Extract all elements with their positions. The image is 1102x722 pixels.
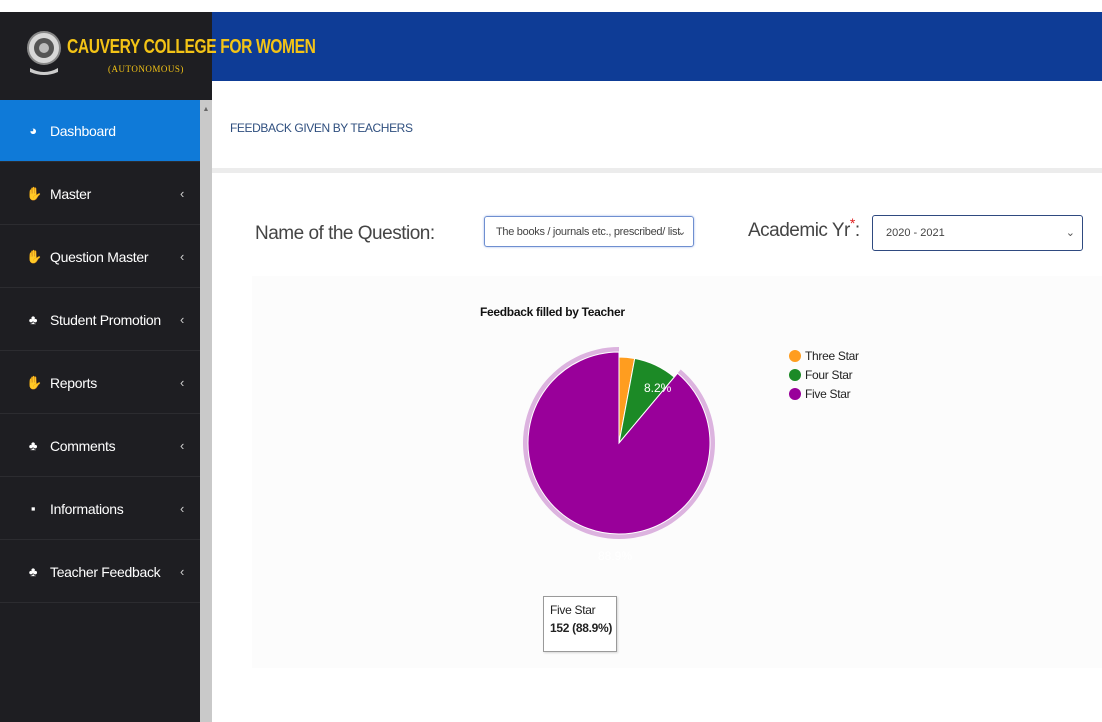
top-strip (0, 0, 1102, 12)
sidebar-item-label: Student Promotion (50, 311, 161, 328)
question-select-value: The books / journals etc., prescribed/ l… (496, 226, 680, 238)
tooltip-name: Five Star (550, 603, 596, 617)
main-content: Name of the Question: The books / journa… (212, 178, 1102, 722)
chevron-left-icon: ‹ (180, 186, 185, 201)
sidebar-item-label: Dashboard (50, 122, 116, 139)
hand-icon: ✋ (26, 374, 42, 390)
sidebar-item-label: Teacher Feedback (50, 563, 161, 580)
sidebar-item-informations[interactable]: ▪ Informations ‹ (0, 478, 200, 540)
academic-year-label-text: Academic Yr (748, 220, 850, 241)
chart-panel: Feedback filled by Teacher 8.2% 88.9% Thr… (252, 276, 1102, 668)
page-title: FEEDBACK GIVEN BY TEACHERS (230, 121, 413, 135)
required-mark: * (849, 215, 855, 231)
academic-year-label: Academic Yr*: (748, 215, 860, 242)
sitemap-icon: ♣ (28, 312, 38, 327)
legend-item-four-star[interactable]: Four Star (789, 365, 859, 384)
book-icon: ▪ (30, 501, 36, 516)
chevron-left-icon: ‹ (180, 312, 185, 327)
legend-dot (789, 387, 801, 400)
chevron-left-icon: ‹ (180, 438, 185, 453)
legend-label: Four Star (805, 367, 853, 382)
hand-icon: ✋ (26, 248, 42, 264)
chevron-down-icon: ⌄ (677, 226, 686, 238)
college-name: CAUVERY COLLEGE FOR WOMEN (67, 36, 316, 58)
academic-year-value: 2020 - 2021 (886, 227, 945, 239)
sidebar-item-label: Question Master (50, 248, 149, 265)
legend-item-three-star[interactable]: Three Star (789, 346, 859, 365)
sidebar-item-label: Reports (50, 374, 97, 391)
academic-year-colon: : (854, 220, 860, 241)
legend-item-five-star[interactable]: Five Star (789, 384, 859, 403)
sitemap-icon: ♣ (28, 564, 38, 579)
legend-dot (789, 349, 801, 362)
sidebar-item-comments[interactable]: ♣ Comments ‹ (0, 415, 200, 477)
chart-legend: Three Star Four Star Five Star (789, 346, 859, 403)
chevron-left-icon: ‹ (180, 375, 185, 390)
sidebar-item-label: Comments (50, 437, 116, 454)
chevron-left-icon: ‹ (180, 564, 185, 579)
tooltip-value: 152 (88.9%) (550, 621, 613, 635)
page-header: FEEDBACK GIVEN BY TEACHERS (212, 81, 1102, 173)
legend-label: Five Star (805, 386, 851, 401)
sitemap-icon: ♣ (28, 438, 38, 453)
scroll-up-icon[interactable]: ▲ (200, 104, 212, 116)
college-subtitle: (AUTONOMOUS) (108, 64, 184, 74)
chevron-left-icon: ‹ (180, 249, 185, 264)
sidebar-item-label: Master (50, 185, 91, 202)
sidebar-item-teacher-feedback[interactable]: ♣ Teacher Feedback ‹ (0, 541, 200, 603)
sidebar-item-question-master[interactable]: ✋ Question Master ‹ (0, 226, 200, 288)
dashboard-icon: ◕ (29, 123, 37, 138)
brand-area: CAUVERY COLLEGE FOR WOMEN (AUTONOMOUS) (0, 12, 316, 100)
sidebar-item-dashboard[interactable]: ◕ Dashboard (0, 100, 200, 162)
sidebar-scrollbar[interactable] (200, 100, 212, 722)
hand-icon: ✋ (26, 185, 42, 201)
chart-tooltip: Five Star 152 (88.9%) (543, 596, 617, 652)
question-label: Name of the Question: (255, 223, 435, 244)
slice-label-five-star: 88.9% (598, 549, 632, 563)
question-select[interactable]: The books / journals etc., prescribed/ l… (484, 216, 694, 247)
sidebar-item-master[interactable]: ✋ Master ‹ (0, 163, 200, 225)
legend-label: Three Star (805, 348, 859, 363)
sidebar-item-student-promotion[interactable]: ♣ Student Promotion ‹ (0, 289, 200, 351)
sidebar-item-reports[interactable]: ✋ Reports ‹ (0, 352, 200, 414)
sidebar-item-label: Informations (50, 500, 124, 517)
slice-label-four-star: 8.2% (644, 381, 672, 395)
legend-dot (789, 368, 801, 381)
academic-year-select[interactable]: 2020 - 2021 ⌄ (872, 215, 1083, 251)
chevron-left-icon: ‹ (180, 501, 185, 516)
pie-slice-five-star[interactable] (527, 351, 711, 535)
college-logo-icon (27, 31, 61, 75)
pie-chart: 8.2% 88.9% (523, 347, 715, 563)
chevron-down-icon: ⌄ (1065, 227, 1075, 239)
